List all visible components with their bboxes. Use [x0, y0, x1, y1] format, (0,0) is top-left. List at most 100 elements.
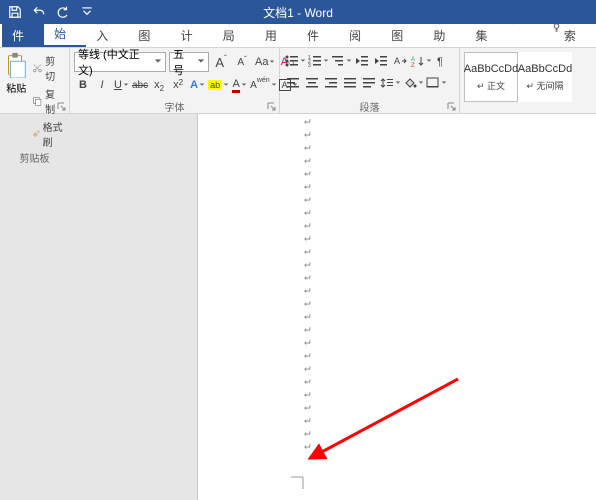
line-spacing-button[interactable] [379, 74, 401, 92]
align-left-button[interactable] [284, 74, 302, 92]
align-distributed-button[interactable] [360, 74, 378, 92]
superscript-button[interactable]: x2 [169, 76, 187, 94]
paragraph-mark: ↵ [304, 244, 596, 257]
italic-button[interactable]: I [93, 76, 111, 94]
quick-access-toolbar [0, 1, 98, 23]
highlight-button[interactable]: ab [207, 76, 229, 94]
format-painter-button[interactable]: 格式刷 [30, 118, 65, 150]
paragraph-mark: ↵ [304, 114, 596, 127]
paragraph-marks: ↵↵↵↵↵↵↵↵↵↵↵↵↵↵↵↵↵↵↵↵↵↵↵↵↵↵ [304, 114, 596, 452]
brush-icon [32, 128, 40, 140]
paragraph-mark: ↵ [304, 439, 596, 452]
paragraph-mark: ↵ [304, 426, 596, 439]
copy-icon [32, 95, 43, 107]
distributed-icon [362, 77, 376, 89]
paragraph-mark: ↵ [304, 361, 596, 374]
style-nospacing[interactable]: AaBbCcDd ↵ 无间隔 [518, 52, 572, 102]
font-color-button[interactable]: A [230, 76, 248, 94]
paragraph-mark: ↵ [304, 283, 596, 296]
clipboard-launcher[interactable] [57, 102, 67, 112]
spacing-icon [380, 77, 394, 89]
ltr-icon: A [393, 55, 407, 67]
paragraph-mark: ↵ [304, 322, 596, 335]
borders-button[interactable] [425, 74, 447, 92]
shading-button[interactable] [402, 74, 424, 92]
style-preview-text: AaBbCcDd [518, 63, 572, 75]
align-center-icon [305, 77, 319, 89]
border-icon [426, 77, 440, 89]
multilevel-button[interactable] [330, 52, 352, 70]
paste-label: 粘贴 [6, 80, 26, 95]
painter-label: 格式刷 [43, 119, 63, 149]
copy-button[interactable]: 复制 [30, 85, 65, 117]
paragraph-mark: ↵ [304, 153, 596, 166]
pilcrow-icon: ¶ [436, 55, 448, 67]
undo-icon[interactable] [28, 1, 50, 23]
group-styles: AaBbCcDd ↵ 正文 AaBbCcDd ↵ 无间隔 [460, 48, 596, 113]
bold-button[interactable]: B [74, 76, 92, 94]
paragraph-mark: ↵ [304, 348, 596, 361]
indent-increase-button[interactable] [372, 52, 390, 70]
scissors-icon [32, 62, 43, 74]
paragraph-mark: ↵ [304, 218, 596, 231]
font-name-value: 等线 (中文正文) [78, 46, 151, 78]
subscript-button[interactable]: x2 [150, 76, 168, 94]
navigation-pane[interactable] [0, 114, 198, 500]
font-size-select[interactable]: 五号 [169, 52, 209, 72]
qat-customize-icon[interactable] [76, 1, 98, 23]
paragraph-mark: ↵ [304, 179, 596, 192]
align-justify-button[interactable] [341, 74, 359, 92]
chevron-down-icon [197, 56, 205, 68]
justify-icon [343, 77, 357, 89]
redo-icon[interactable] [52, 1, 74, 23]
font-launcher[interactable] [267, 102, 277, 112]
svg-text:¶: ¶ [437, 56, 443, 67]
align-center-button[interactable] [303, 74, 321, 92]
phonetic-button[interactable]: Awén [249, 76, 277, 94]
group-font: 等线 (中文正文) 五号 Aˆ Aˇ Aa A◇ B I U abc x2 x2 [70, 48, 280, 113]
numbering-button[interactable]: 123 [307, 52, 329, 70]
group-clipboard: 粘贴 剪切 复制 格式刷 剪贴板 [0, 48, 70, 113]
shrink-font-button[interactable]: Aˇ [233, 53, 251, 71]
strike-button[interactable]: abc [131, 76, 149, 94]
change-case-button[interactable]: Aa [254, 53, 275, 71]
ltr-button[interactable]: A [391, 52, 409, 70]
paragraph-mark: ↵ [304, 309, 596, 322]
sort-button[interactable]: AZ [410, 52, 432, 70]
style-nospacing-label: ↵ 无间隔 [526, 79, 563, 92]
style-normal-label: ↵ 正文 [477, 79, 505, 92]
underline-button[interactable]: U [112, 76, 130, 94]
window-title: 文档1 - Word [263, 4, 333, 21]
document-page[interactable]: ↵↵↵↵↵↵↵↵↵↵↵↵↵↵↵↵↵↵↵↵↵↵↵↵↵↵ [198, 114, 596, 500]
svg-text:3: 3 [308, 63, 311, 67]
save-icon[interactable] [4, 1, 26, 23]
paragraph-group-label: 段落 [284, 99, 455, 113]
cut-button[interactable]: 剪切 [30, 52, 65, 84]
page-break-corner-icon [290, 476, 304, 490]
svg-text:A: A [394, 56, 400, 66]
grow-font-button[interactable]: Aˆ [212, 53, 230, 71]
paragraph-mark: ↵ [304, 205, 596, 218]
font-name-select[interactable]: 等线 (中文正文) [74, 52, 166, 72]
paragraph-mark: ↵ [304, 413, 596, 426]
indent-decrease-button[interactable] [353, 52, 371, 70]
paragraph-mark: ↵ [304, 400, 596, 413]
paragraph-mark: ↵ [304, 374, 596, 387]
text-effects-button[interactable]: A [188, 76, 206, 94]
pilcrow-button[interactable]: ¶ [433, 52, 451, 70]
paste-button[interactable]: 粘贴 [4, 50, 28, 95]
paint-bucket-icon [403, 77, 417, 89]
align-right-button[interactable] [322, 74, 340, 92]
paragraph-launcher[interactable] [447, 102, 457, 112]
style-normal[interactable]: AaBbCcDd ↵ 正文 [464, 52, 518, 102]
chevron-down-icon [154, 56, 162, 68]
ribbon-tabs: 文件 开始 插入 绘图 设计 布局 引用 邮件 审阅 视图 帮助 PDF工具集 … [0, 24, 596, 48]
bullets-button[interactable] [284, 52, 306, 70]
align-right-icon [324, 77, 338, 89]
paragraph-mark: ↵ [304, 257, 596, 270]
style-preview-text: AaBbCcDd [464, 63, 518, 75]
sort-icon: AZ [411, 55, 425, 67]
workspace: ↵↵↵↵↵↵↵↵↵↵↵↵↵↵↵↵↵↵↵↵↵↵↵↵↵↵ [0, 114, 596, 500]
font-size-value: 五号 [173, 46, 194, 78]
svg-text:Z: Z [411, 63, 415, 67]
